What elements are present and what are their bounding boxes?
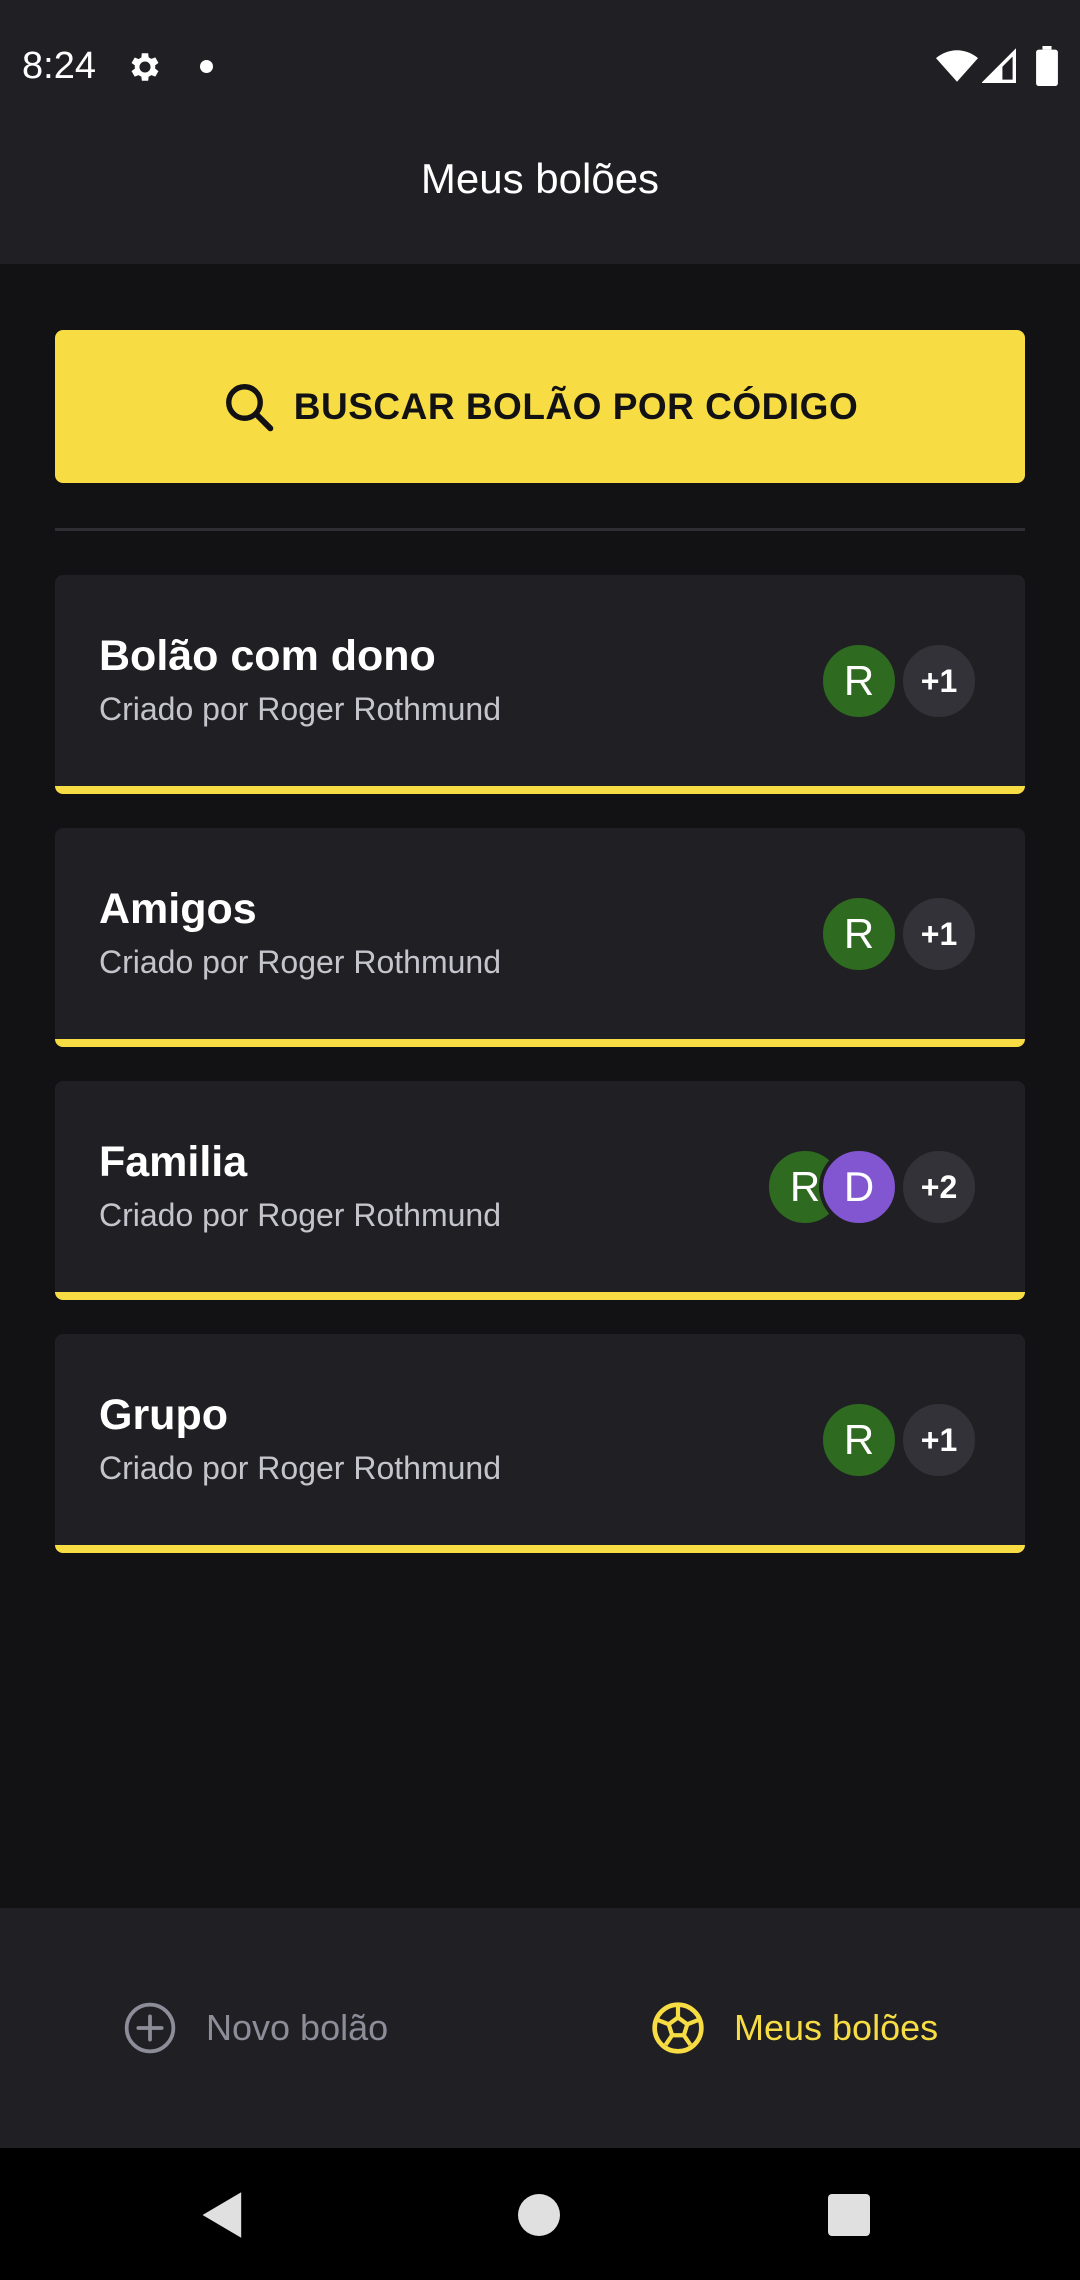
bottom-navigation: Novo bolão Meus bolões — [0, 1908, 1080, 2148]
search-button-label: BUSCAR BOLÃO POR CÓDIGO — [293, 385, 859, 427]
back-icon[interactable] — [200, 2190, 246, 2240]
wifi-icon — [936, 50, 978, 82]
signal-icon — [982, 48, 1016, 83]
tab-my-pools-label: Meus bolões — [734, 2007, 939, 2048]
pool-name: Bolão com dono — [99, 632, 436, 680]
pool-owner: Criado por Roger Rothmund — [99, 691, 501, 727]
battery-icon — [1036, 46, 1058, 86]
search-icon — [225, 383, 274, 431]
participants-count-badge: +1 — [899, 894, 979, 974]
participants-avatars: +1 R — [819, 641, 979, 721]
pool-card[interactable]: Grupo Criado por Roger Rothmund +1 R — [55, 1334, 1025, 1553]
participants-count-badge: +1 — [899, 1400, 979, 1480]
pool-card[interactable]: Familia Criado por Roger Rothmund +2 D R — [55, 1081, 1025, 1300]
participants-avatars: +1 R — [819, 894, 979, 974]
soccer-ball-icon — [652, 2002, 704, 2054]
avatar: R — [819, 1400, 899, 1480]
participants-count-badge: +1 — [899, 641, 979, 721]
avatar: D — [819, 1147, 899, 1227]
avatar: R — [819, 894, 899, 974]
avatar: R — [819, 641, 899, 721]
page-title: Meus bolões — [420, 155, 660, 202]
status-bar: 8:24 — [0, 0, 1080, 130]
status-time: 8:24 — [22, 45, 96, 87]
notification-dot — [200, 60, 213, 73]
home-icon[interactable] — [518, 2194, 560, 2236]
pool-card[interactable]: Amigos Criado por Roger Rothmund +1 R — [55, 828, 1025, 1047]
search-pool-by-code-button[interactable]: BUSCAR BOLÃO POR CÓDIGO — [55, 330, 1025, 483]
pool-owner: Criado por Roger Rothmund — [99, 944, 501, 980]
tab-new-pool-label: Novo bolão — [206, 2007, 389, 2048]
pool-card[interactable]: Bolão com dono Criado por Roger Rothmund… — [55, 575, 1025, 794]
system-navigation-bar — [0, 2148, 1080, 2280]
pool-owner: Criado por Roger Rothmund — [99, 1450, 501, 1486]
pool-name: Familia — [99, 1138, 248, 1186]
pool-name: Amigos — [99, 885, 257, 933]
participants-avatars: +2 D R — [765, 1147, 979, 1227]
participants-count-badge: +2 — [899, 1147, 979, 1227]
settings-gear-icon — [131, 53, 159, 81]
participants-avatars: +1 R — [819, 1400, 979, 1480]
tab-new-pool[interactable]: Novo bolão — [122, 1908, 388, 2148]
recent-apps-icon[interactable] — [828, 2194, 870, 2236]
plus-circle-icon — [124, 2002, 176, 2054]
tab-my-pools[interactable]: Meus bolões — [650, 1908, 938, 2148]
screen: 8:24 Meus bolões BUSCAR BOLÃO POR CÓDIGO… — [0, 0, 1080, 2280]
pool-owner: Criado por Roger Rothmund — [99, 1197, 501, 1233]
pool-name: Grupo — [99, 1391, 228, 1439]
divider — [55, 528, 1025, 531]
app-header: Meus bolões — [0, 130, 1080, 264]
